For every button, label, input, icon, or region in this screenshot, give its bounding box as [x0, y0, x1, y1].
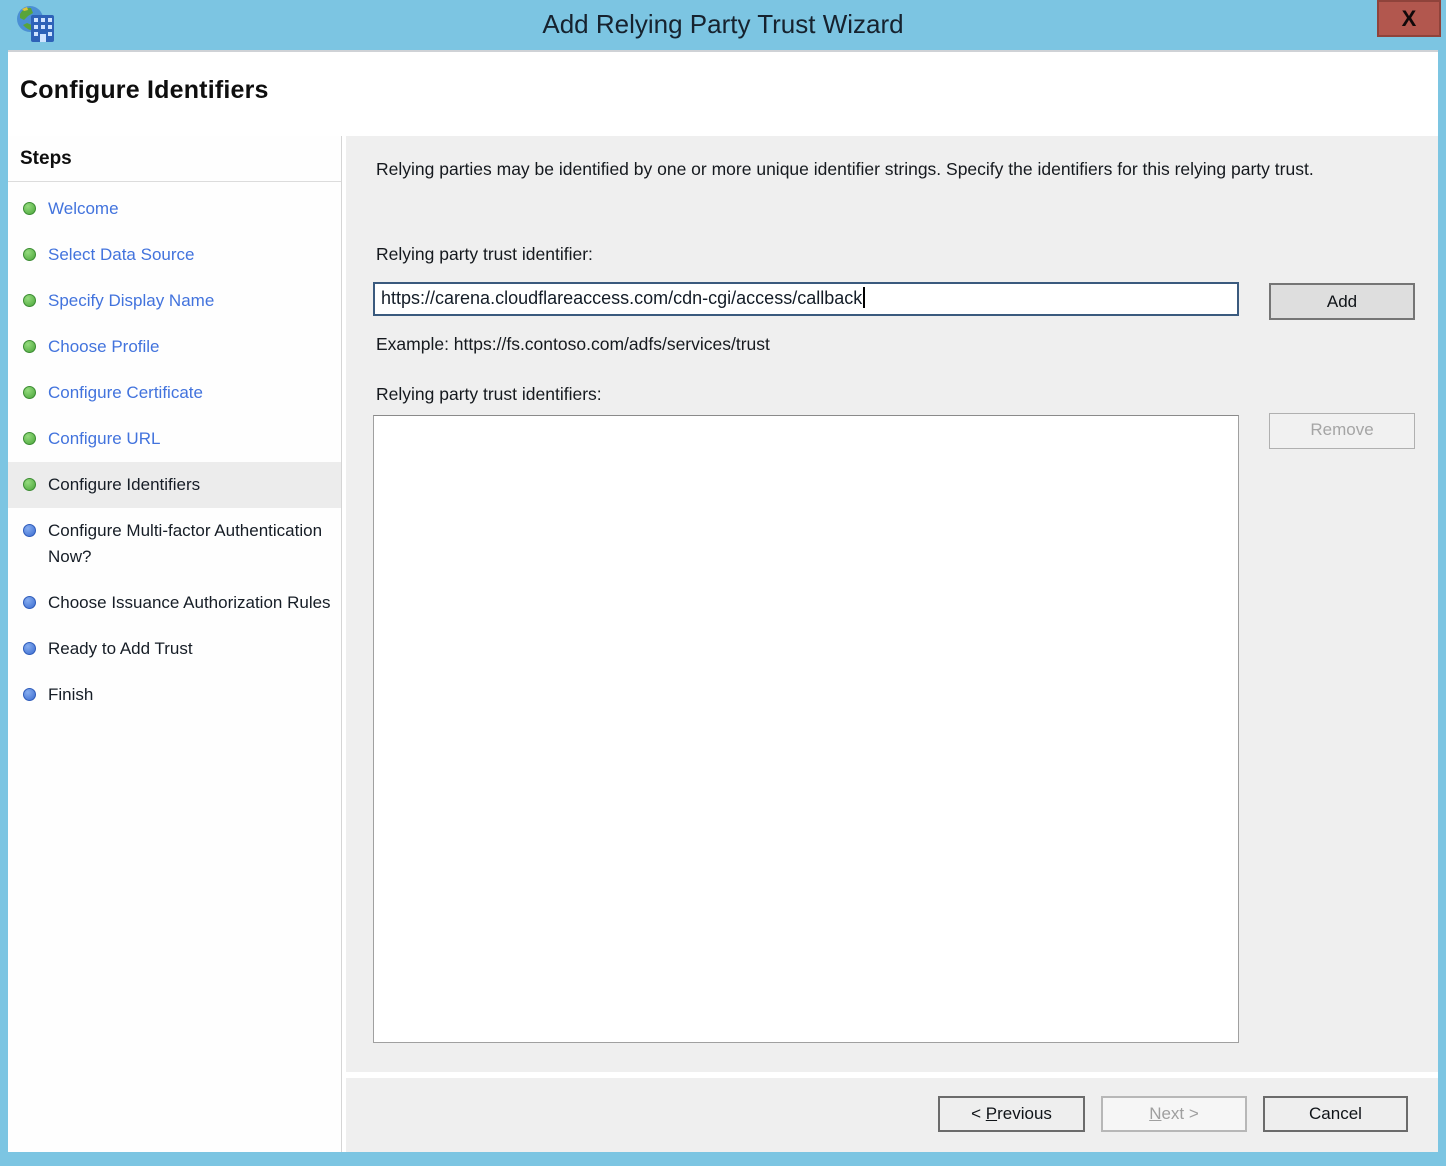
sidebar-step-welcome[interactable]: Welcome — [8, 186, 341, 232]
step-dot-icon — [23, 294, 36, 307]
main-panel: Relying parties may be identified by one… — [346, 136, 1438, 1072]
cancel-button[interactable]: Cancel — [1263, 1096, 1408, 1132]
example-text: Example: https://fs.contoso.com/adfs/ser… — [376, 334, 770, 355]
step-pending-dot-icon — [23, 596, 36, 609]
sidebar-step-choose-issuance-authorization-rules: Choose Issuance Authorization Rules — [8, 580, 341, 626]
step-label: Finish — [48, 682, 93, 708]
step-label: Ready to Add Trust — [48, 636, 193, 662]
sidebar-step-configure-identifiers: Configure Identifiers — [8, 462, 341, 508]
close-button[interactable]: X — [1377, 0, 1441, 37]
text-caret — [863, 287, 865, 308]
remove-button[interactable]: Remove — [1269, 413, 1415, 449]
step-dot-icon — [23, 248, 36, 261]
window-title: Add Relying Party Trust Wizard — [0, 0, 1446, 50]
identifier-input-value: https://carena.cloudflareaccess.com/cdn-… — [381, 288, 862, 308]
steps-heading: Steps — [8, 136, 341, 182]
step-dot-icon — [23, 478, 36, 491]
step-label: Welcome — [48, 196, 119, 222]
step-label: Configure Identifiers — [48, 472, 200, 498]
sidebar-step-configure-url[interactable]: Configure URL — [8, 416, 341, 462]
sidebar-step-select-data-source[interactable]: Select Data Source — [8, 232, 341, 278]
footer-button-bar: < Previous Next > Cancel — [346, 1078, 1438, 1152]
add-button[interactable]: Add — [1269, 283, 1415, 320]
identifiers-list-label: Relying party trust identifiers: — [376, 384, 602, 405]
identifiers-listbox[interactable] — [373, 415, 1239, 1043]
steps-list: Welcome Select Data Source Specify Display… — [8, 186, 341, 718]
step-dot-icon — [23, 386, 36, 399]
sidebar-step-ready-to-add-trust: Ready to Add Trust — [8, 626, 341, 672]
sidebar-step-finish: Finish — [8, 672, 341, 718]
step-label: Select Data Source — [48, 242, 194, 268]
page-description: Relying parties may be identified by one… — [376, 156, 1406, 183]
sidebar-step-configure-multi-factor-authentication-now: Configure Multi-factor Authentication No… — [8, 508, 341, 580]
step-label: Configure URL — [48, 426, 160, 452]
step-label: Choose Profile — [48, 334, 160, 360]
page-title: Configure Identifiers — [20, 76, 269, 105]
wizard-body: Steps Welcome Select Data Source Specify D… — [8, 136, 1438, 1152]
step-label: Configure Certificate — [48, 380, 203, 406]
step-label: Choose Issuance Authorization Rules — [48, 590, 331, 616]
step-label: Configure Multi-factor Authentication No… — [48, 518, 331, 570]
next-button[interactable]: Next > — [1101, 1096, 1247, 1132]
previous-button[interactable]: < Previous — [938, 1096, 1085, 1132]
steps-sidebar: Steps Welcome Select Data Source Specify D… — [8, 136, 342, 1152]
identifier-label: Relying party trust identifier: — [376, 244, 593, 265]
sidebar-step-specify-display-name[interactable]: Specify Display Name — [8, 278, 341, 324]
step-dot-icon — [23, 432, 36, 445]
title-bar: Add Relying Party Trust Wizard X — [0, 0, 1446, 50]
step-pending-dot-icon — [23, 642, 36, 655]
wizard-window: Configure Identifiers Steps Welcome Selec… — [8, 50, 1438, 1152]
step-pending-dot-icon — [23, 524, 36, 537]
step-label: Specify Display Name — [48, 288, 214, 314]
step-dot-icon — [23, 202, 36, 215]
step-dot-icon — [23, 340, 36, 353]
step-pending-dot-icon — [23, 688, 36, 701]
sidebar-step-choose-profile[interactable]: Choose Profile — [8, 324, 341, 370]
sidebar-step-configure-certificate[interactable]: Configure Certificate — [8, 370, 341, 416]
identifier-input[interactable]: https://carena.cloudflareaccess.com/cdn-… — [373, 282, 1239, 316]
